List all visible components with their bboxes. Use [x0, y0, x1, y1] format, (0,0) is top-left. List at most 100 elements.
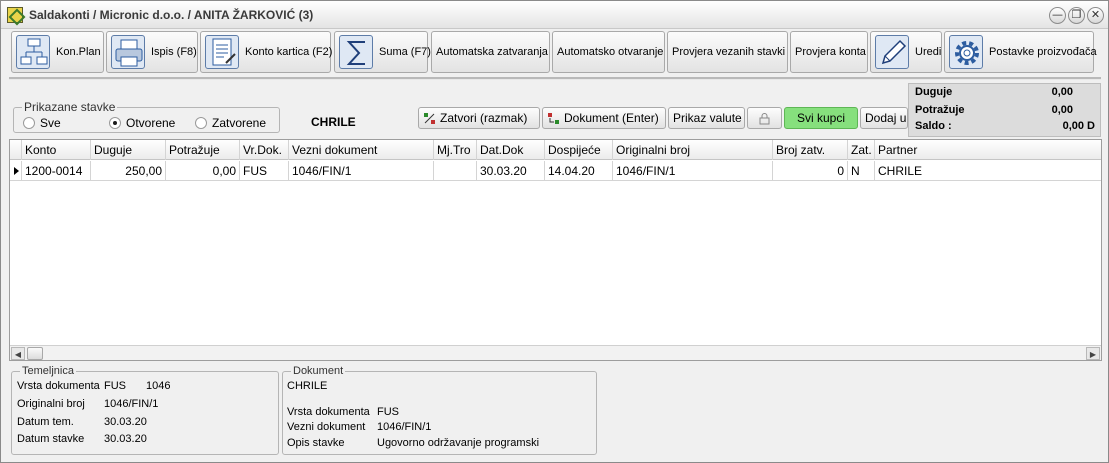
cell-broj-zatv[interactable]: 0 — [773, 161, 848, 181]
suma-button[interactable]: Suma (F7) — [334, 31, 431, 73]
app-window: Saldakonti / Micronic d.o.o. / ANITA ŽAR… — [0, 0, 1109, 463]
cell-konto[interactable]: 1200-0014 — [22, 161, 91, 181]
prikaz-valute-button[interactable]: Prikaz valute — [668, 107, 745, 129]
toolbar-divider — [9, 77, 1101, 80]
temeljnica-vrsta-value: FUS — [104, 380, 126, 392]
gear-icon — [949, 35, 983, 69]
cell-vezni-dokument[interactable]: 1046/FIN/1 — [289, 161, 434, 181]
lock-icon — [758, 112, 771, 125]
dokument-vezni-label: Vezni dokument — [287, 421, 366, 433]
pencil-icon — [875, 35, 909, 69]
items-grid[interactable]: Konto Duguje Potražuje Vr.Dok. Vezni dok… — [9, 139, 1102, 361]
temeljnica-vrsta-number: 1046 — [146, 380, 171, 392]
radio-dot — [23, 117, 35, 129]
scroll-thumb[interactable] — [27, 347, 43, 360]
filter-legend: Prikazane stavke — [22, 100, 118, 114]
automatska-zatvaranja-label: Automatska zatvaranja — [436, 46, 548, 58]
close-button[interactable]: ✕ — [1087, 7, 1104, 24]
dodaj-label: Dodaj u — [865, 111, 907, 125]
column-header[interactable]: Dospijeće — [545, 140, 613, 160]
scroll-left-icon[interactable]: ◀ — [11, 347, 25, 360]
dokument-opis-value: Ugovorno održavanje programski — [377, 437, 540, 449]
partner-name: CHRILE — [311, 115, 356, 129]
scroll-right-icon[interactable]: ▶ — [1086, 347, 1100, 360]
column-header[interactable]: Vr.Dok. — [240, 140, 289, 160]
uredi-button[interactable]: Uredi — [870, 31, 942, 73]
cell-originalni-broj[interactable]: 1046/FIN/1 — [613, 161, 773, 181]
close-item-icon — [423, 112, 436, 125]
dokument-vezni-value: 1046/FIN/1 — [377, 421, 432, 433]
column-header[interactable]: Potražuje — [166, 140, 240, 160]
zatvori-button[interactable]: Zatvori (razmak) — [418, 107, 540, 129]
table-row[interactable]: 1200-0014 250,00 0,00 FUS 1046/FIN/1 30.… — [10, 161, 1101, 181]
automatska-zatvaranja-button[interactable]: Automatska zatvaranja — [431, 31, 550, 73]
cell-vrsta-dok[interactable]: FUS — [240, 161, 289, 181]
cell-potrazuje[interactable]: 0,00 — [166, 161, 240, 181]
column-header[interactable]: Konto — [22, 140, 91, 160]
temeljnica-datum-tem-label: Datum tem. — [17, 416, 74, 428]
horizontal-scrollbar[interactable]: ◀ ▶ — [10, 345, 1101, 360]
summary-saldo-label: Saldo : — [915, 120, 952, 132]
temeljnica-legend: Temeljnica — [20, 365, 76, 377]
cell-duguje[interactable]: 250,00 — [91, 161, 166, 181]
automatsko-otvaranje-label: Automatsko otvaranje — [557, 46, 664, 58]
automatsko-otvaranje-button[interactable]: Automatsko otvaranje — [552, 31, 665, 73]
summary-panel: Duguje 0,00 Potražuje 0,00 Saldo : 0,00 … — [908, 83, 1101, 137]
summary-saldo: Saldo : 0,00 D — [915, 120, 1095, 134]
radio-otvorene-label: Otvorene — [126, 116, 176, 130]
dokument-opis-label: Opis stavke — [287, 437, 345, 449]
postavke-proizvodaca-button[interactable]: Postavke proizvođača — [944, 31, 1097, 73]
zatvori-label: Zatvori (razmak) — [440, 111, 528, 125]
column-header[interactable]: Vezni dokument — [289, 140, 434, 160]
document-form-icon — [205, 35, 239, 69]
minimize-button[interactable]: — — [1049, 7, 1066, 24]
dodaj-button[interactable]: Dodaj u — [860, 107, 908, 129]
cell-dospijece[interactable]: 14.04.20 — [545, 161, 613, 181]
dokument-button[interactable]: Dokument (Enter) — [542, 107, 666, 129]
lock-button[interactable] — [747, 107, 782, 129]
cell-mjesto-troska[interactable] — [434, 161, 477, 181]
temeljnica-datum-tem-value: 30.03.20 — [104, 416, 147, 428]
kontni-plan-button[interactable]: Kon.Plan — [11, 31, 104, 73]
window-title: Saldakonti / Micronic d.o.o. / ANITA ŽAR… — [29, 8, 314, 22]
column-header[interactable]: Duguje — [91, 140, 166, 160]
kontni-plan-label: Kon.Plan — [56, 46, 101, 58]
print-button[interactable]: Ispis (F8) — [106, 31, 198, 73]
column-header[interactable]: Originalni broj — [613, 140, 773, 160]
temeljnica-datum-stavke-label: Datum stavke — [17, 433, 85, 445]
konto-kartica-button[interactable]: Konto kartica (F2) — [200, 31, 332, 73]
cell-partner[interactable]: CHRILE — [875, 161, 1101, 181]
postavke-proizvodaca-label: Postavke proizvođača — [989, 46, 1097, 58]
cell-zatvoreno[interactable]: N — [848, 161, 875, 181]
provjera-konta-label: Provjera konta — [795, 46, 866, 58]
radio-zatvorene-label: Zatvorene — [212, 116, 267, 130]
radio-zatvorene[interactable]: Zatvorene — [195, 116, 266, 130]
org-chart-icon — [16, 35, 50, 69]
restore-button[interactable]: ❐ — [1068, 7, 1085, 24]
radio-otvorene[interactable]: Otvorene — [109, 116, 175, 130]
current-row-indicator-icon — [10, 161, 22, 181]
summary-saldo-value: 0,00 D — [1062, 120, 1095, 132]
temeljnica-datum-stavke-value: 30.03.20 — [104, 433, 147, 445]
svi-kupci-button[interactable]: Svi kupci — [784, 107, 858, 129]
provjera-vezanih-stavki-button[interactable]: Provjera vezanih stavki — [667, 31, 788, 73]
dokument-partner: CHRILE — [287, 380, 328, 392]
column-header[interactable]: Dat.Dok — [477, 140, 545, 160]
cell-datum-dok[interactable]: 30.03.20 — [477, 161, 545, 181]
sigma-icon — [339, 35, 373, 69]
provjera-vezanih-stavki-label: Provjera vezanih stavki — [672, 46, 786, 58]
app-logo-icon — [7, 7, 23, 23]
dokument-vrsta-value: FUS — [377, 406, 399, 418]
printer-icon — [111, 35, 145, 69]
summary-duguje: Duguje 0,00 — [915, 86, 1095, 100]
column-header[interactable]: Zat. — [848, 140, 875, 160]
column-header[interactable]: Partner — [875, 140, 1101, 160]
summary-potrazuje-value: 0,00 — [1051, 104, 1073, 116]
prikaz-valute-label: Prikaz valute — [673, 111, 742, 125]
column-header[interactable]: Mj.Tro — [434, 140, 477, 160]
radio-sve[interactable]: Sve — [23, 116, 61, 130]
dokument-label: Dokument (Enter) — [564, 111, 659, 125]
column-header[interactable]: Broj zatv. — [773, 140, 848, 160]
provjera-konta-button[interactable]: Provjera konta — [790, 31, 868, 73]
dokument-legend: Dokument — [291, 365, 346, 377]
